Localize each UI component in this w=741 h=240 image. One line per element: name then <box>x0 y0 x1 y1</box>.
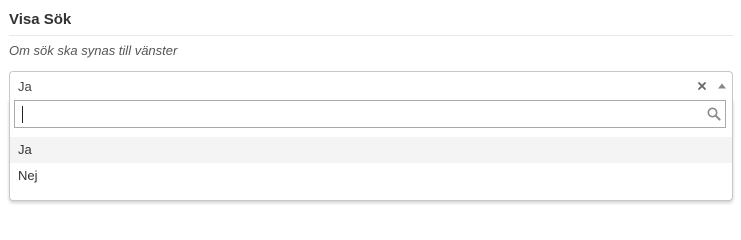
search-input[interactable] <box>15 101 695 127</box>
close-icon[interactable] <box>696 80 708 92</box>
settings-field: Visa Sök Om sök ska synas till vänster J… <box>0 0 741 208</box>
options-list: Ja Nej <box>10 137 732 189</box>
title-divider <box>9 35 733 36</box>
text-caret <box>22 106 23 123</box>
select-dropdown: Ja Nej <box>9 99 733 201</box>
option-ja[interactable]: Ja <box>10 137 732 163</box>
triangle-up-icon[interactable] <box>717 82 727 90</box>
search-field[interactable] <box>14 100 726 128</box>
select-box[interactable]: Ja <box>9 71 733 100</box>
field-description: Om sök ska synas till vänster <box>9 43 178 58</box>
search-icon <box>707 107 721 121</box>
field-title: Visa Sök <box>9 11 72 28</box>
selected-value: Ja <box>18 79 32 94</box>
option-nej[interactable]: Nej <box>10 163 732 189</box>
